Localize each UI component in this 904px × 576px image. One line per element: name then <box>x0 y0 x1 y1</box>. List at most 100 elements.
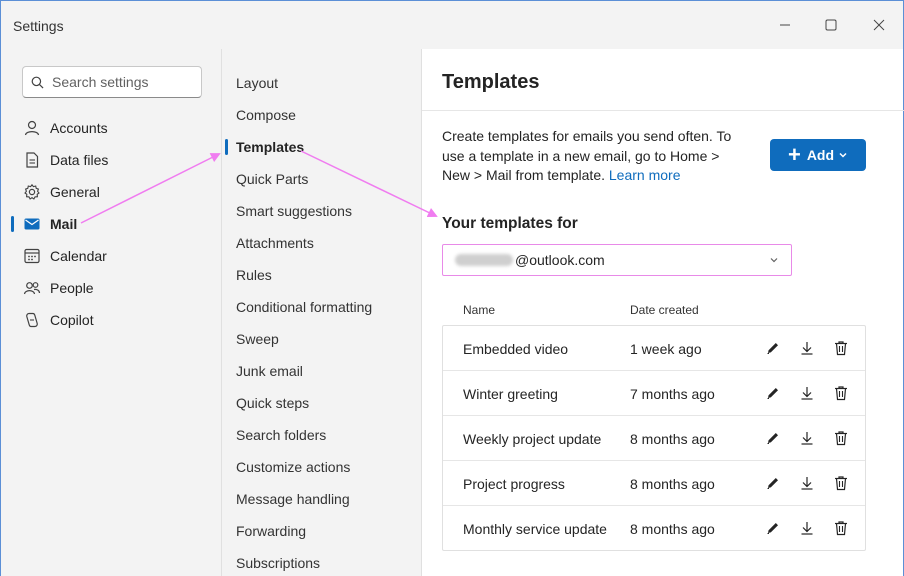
header-divider <box>422 110 904 111</box>
nav-item-label: Accounts <box>50 120 108 136</box>
add-label: Add <box>806 147 835 163</box>
template-name: Monthly service update <box>463 521 607 537</box>
template-row[interactable]: Weekly project update 8 months ago <box>443 416 865 461</box>
nav-item-data-files[interactable]: Data files <box>11 145 211 175</box>
redacted-username <box>455 254 513 266</box>
chevron-down-icon <box>838 150 848 160</box>
nav-item-mail[interactable]: Mail <box>11 209 211 239</box>
settings-category-nav: Accounts Data files General Mail Calenda… <box>1 49 221 576</box>
template-row[interactable]: Embedded video 1 week ago <box>443 326 865 371</box>
document-icon <box>23 151 41 169</box>
plus-icon: + <box>787 142 801 167</box>
mid-item-rules[interactable]: Rules <box>224 260 420 290</box>
edit-icon[interactable] <box>763 473 783 493</box>
mid-item-search-folders[interactable]: Search folders <box>224 420 420 450</box>
search-icon <box>31 76 44 88</box>
page-title: Templates <box>442 71 540 93</box>
mid-item-templates[interactable]: Templates <box>224 132 420 162</box>
mid-item-subscriptions[interactable]: Subscriptions <box>224 548 420 576</box>
mid-item-smart-suggestions[interactable]: Smart suggestions <box>224 196 420 226</box>
templates-table-header: Name Date created <box>442 303 866 323</box>
add-template-button[interactable]: + Add <box>770 139 866 171</box>
template-row[interactable]: Winter greeting 7 months ago <box>443 371 865 416</box>
template-date: 8 months ago <box>630 476 715 492</box>
mid-item-message-handling[interactable]: Message handling <box>224 484 420 514</box>
window-title: Settings <box>13 18 64 34</box>
nav-item-calendar[interactable]: Calendar <box>11 241 211 271</box>
nav-item-label: Mail <box>50 216 78 232</box>
templates-for-heading: Your templates for <box>442 215 578 232</box>
mail-settings-nav: Layout Compose Templates Quick Parts Sma… <box>221 49 421 576</box>
people-icon <box>23 279 41 297</box>
nav-item-label: Copilot <box>50 312 94 328</box>
mid-item-layout[interactable]: Layout <box>224 68 420 98</box>
nav-item-label: Calendar <box>50 248 107 264</box>
download-icon[interactable] <box>797 428 817 448</box>
mid-item-customize-actions[interactable]: Customize actions <box>224 452 420 482</box>
download-icon[interactable] <box>797 383 817 403</box>
close-icon <box>873 19 885 31</box>
nav-item-label: People <box>50 280 94 296</box>
calendar-icon <box>23 247 41 265</box>
nav-item-accounts[interactable]: Accounts <box>11 113 211 143</box>
template-date: 1 week ago <box>630 341 702 357</box>
nav-item-people[interactable]: People <box>11 273 211 303</box>
mid-item-compose[interactable]: Compose <box>224 100 420 130</box>
title-bar: Settings <box>1 1 903 49</box>
delete-icon[interactable] <box>831 518 851 538</box>
mid-item-junk-email[interactable]: Junk email <box>224 356 420 386</box>
copilot-icon <box>23 311 41 329</box>
account-email-suffix: @outlook.com <box>515 252 605 268</box>
template-name: Weekly project update <box>463 431 602 447</box>
mid-item-quick-parts[interactable]: Quick Parts <box>224 164 420 194</box>
template-name: Winter greeting <box>463 386 558 402</box>
template-date: 7 months ago <box>630 386 715 402</box>
edit-icon[interactable] <box>763 518 783 538</box>
delete-icon[interactable] <box>831 338 851 358</box>
mid-item-attachments[interactable]: Attachments <box>224 228 420 258</box>
search-input[interactable] <box>52 74 192 90</box>
gear-icon <box>23 183 41 201</box>
description-text: Create templates for emails you send oft… <box>442 128 732 183</box>
template-name: Project progress <box>463 476 565 492</box>
mail-icon <box>23 215 41 233</box>
delete-icon[interactable] <box>831 473 851 493</box>
nav-item-label: Data files <box>50 152 109 168</box>
download-icon[interactable] <box>797 473 817 493</box>
template-date: 8 months ago <box>630 431 715 447</box>
template-date: 8 months ago <box>630 521 715 537</box>
chevron-down-icon <box>769 255 779 265</box>
template-name: Embedded video <box>463 341 569 357</box>
edit-icon[interactable] <box>763 428 783 448</box>
mid-item-sweep[interactable]: Sweep <box>224 324 420 354</box>
mid-item-quick-steps[interactable]: Quick steps <box>224 388 420 418</box>
close-button[interactable] <box>865 11 893 39</box>
column-header-name: Name <box>463 303 496 317</box>
templates-description: Create templates for emails you send oft… <box>442 127 742 186</box>
mid-item-forwarding[interactable]: Forwarding <box>224 516 420 546</box>
maximize-icon <box>825 19 837 31</box>
maximize-button[interactable] <box>817 11 845 39</box>
templates-pane: Templates Create templates for emails yo… <box>421 49 904 576</box>
minimize-button[interactable] <box>771 11 799 39</box>
download-icon[interactable] <box>797 338 817 358</box>
search-box[interactable] <box>22 66 202 98</box>
edit-icon[interactable] <box>763 338 783 358</box>
mid-item-conditional-formatting[interactable]: Conditional formatting <box>224 292 420 322</box>
account-dropdown[interactable]: @outlook.com <box>442 244 792 276</box>
column-header-date: Date created <box>630 303 699 317</box>
learn-more-link[interactable]: Learn more <box>609 167 681 183</box>
templates-table: Embedded video 1 week ago Winter greeting 7… <box>442 325 866 551</box>
delete-icon[interactable] <box>831 383 851 403</box>
minimize-icon <box>780 24 790 26</box>
settings-window: Settings Accounts Data files General <box>0 0 904 576</box>
nav-item-general[interactable]: General <box>11 177 211 207</box>
edit-icon[interactable] <box>763 383 783 403</box>
nav-item-label: General <box>50 184 100 200</box>
person-icon <box>23 119 41 137</box>
nav-item-copilot[interactable]: Copilot <box>11 305 211 335</box>
template-row[interactable]: Project progress 8 months ago <box>443 461 865 506</box>
download-icon[interactable] <box>797 518 817 538</box>
template-row[interactable]: Monthly service update 8 months ago <box>443 506 865 551</box>
delete-icon[interactable] <box>831 428 851 448</box>
